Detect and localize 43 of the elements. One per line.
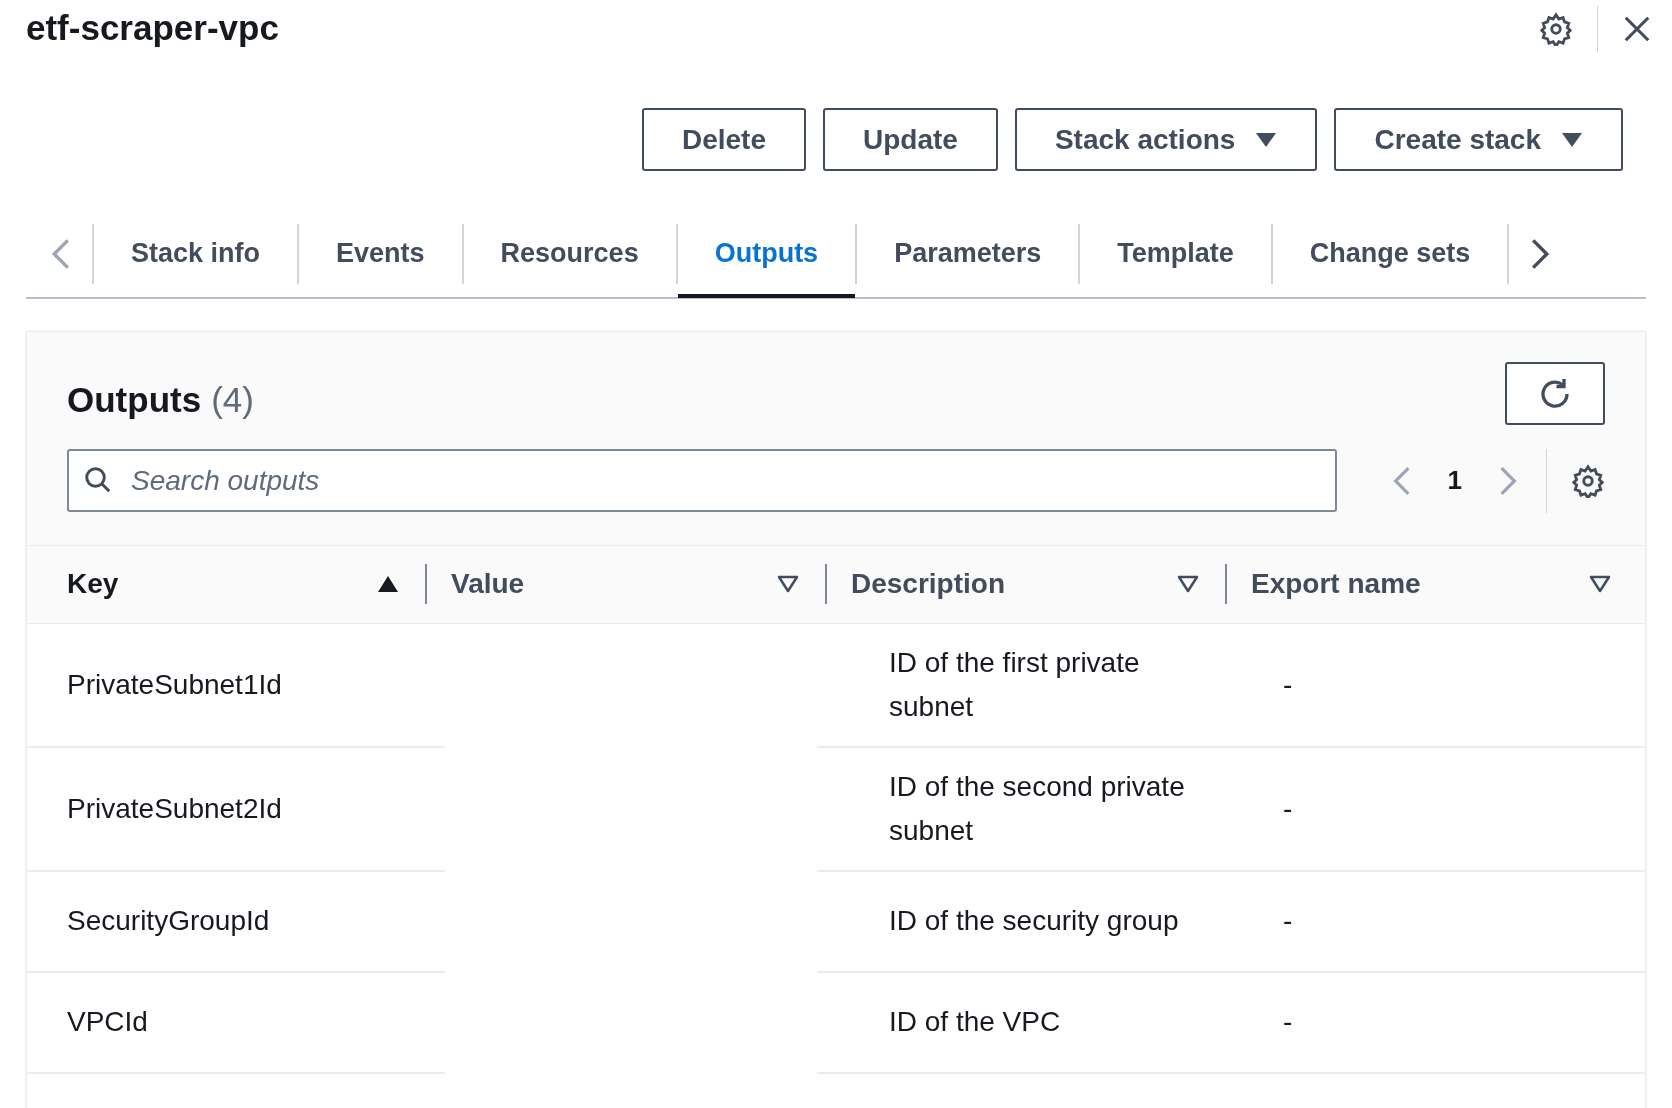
table-cell-text: PrivateSubnet1Id	[67, 667, 282, 702]
search-icon	[83, 465, 113, 495]
table-cell-text: PrivateSubnet2Id	[67, 791, 282, 826]
table-cell-text: -	[1283, 904, 1293, 938]
tab[interactable]: Events	[299, 212, 462, 298]
sort-icon[interactable]	[777, 575, 799, 593]
tab[interactable]: Stack info	[94, 212, 298, 298]
table-cell-text: -	[1283, 1005, 1293, 1039]
sort-icon[interactable]	[1177, 575, 1199, 593]
sort-icon[interactable]	[1589, 575, 1611, 593]
settings-icon[interactable]	[1571, 463, 1605, 498]
table-cell-text: ID of the security group	[889, 904, 1179, 938]
action-button[interactable]: Delete	[641, 108, 806, 171]
dropdown-button[interactable]: Create stack	[1334, 108, 1623, 171]
action-button[interactable]: Update	[823, 108, 998, 171]
table-cell-text: -	[1283, 791, 1293, 826]
tab[interactable]: Resources	[463, 212, 676, 298]
table-cell-text: VPCId	[67, 1005, 148, 1039]
table-cell-text: ID of the first private subnet	[889, 645, 1141, 724]
chevron-right-icon[interactable]	[1529, 237, 1552, 271]
refresh-button[interactable]	[1505, 362, 1605, 425]
table-cell-text: -	[1283, 667, 1293, 702]
column-header[interactable]: Description	[851, 563, 1006, 605]
table-cell-text: ID of the VPC	[889, 1005, 1061, 1039]
table-cell-text: SecurityGroupId	[67, 904, 270, 938]
tab[interactable]: Change sets	[1272, 212, 1508, 298]
table-cell-text: ID of the second private subnet	[889, 769, 1186, 848]
settings-icon[interactable]	[1539, 12, 1573, 46]
column-header[interactable]: Export name	[1251, 563, 1421, 605]
search-field[interactable]: Search outputs	[67, 449, 1337, 512]
caret-icon	[1255, 131, 1278, 148]
dropdown-button[interactable]: Stack actions	[1014, 108, 1318, 171]
page-number[interactable]: 1	[1447, 461, 1462, 500]
caret-icon	[1561, 131, 1583, 148]
column-header[interactable]: Value	[451, 563, 525, 605]
close-icon[interactable]	[1622, 14, 1652, 44]
output-count: (4)	[211, 379, 254, 421]
sort-ascending-icon[interactable]	[377, 575, 399, 593]
panel-title: Outputs	[67, 379, 202, 421]
tab[interactable]: Template	[1080, 212, 1271, 298]
column-header[interactable]: Key	[67, 563, 119, 605]
tab[interactable]: Parameters	[857, 212, 1079, 298]
stack-title: etf-scraper-vpc	[26, 7, 279, 49]
